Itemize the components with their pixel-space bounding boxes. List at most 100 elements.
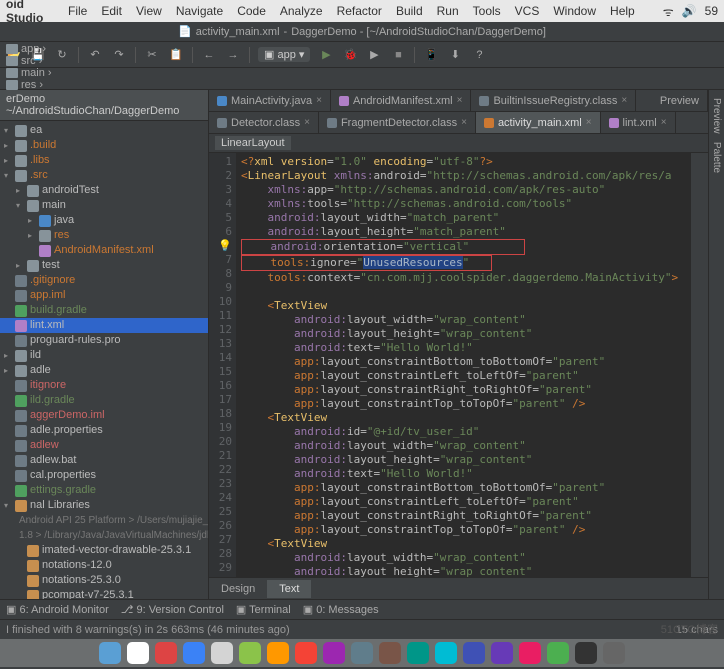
copy-icon[interactable]: 📋 xyxy=(168,47,184,63)
close-icon[interactable]: × xyxy=(586,117,592,128)
dock-app[interactable] xyxy=(99,642,121,664)
tree-node[interactable]: adlew.bat xyxy=(0,453,208,468)
menu-tools[interactable]: Tools xyxy=(473,4,501,18)
cut-icon[interactable]: ✂ xyxy=(144,47,160,63)
tree-node[interactable]: 1.8 > /Library/Java/JavaVirtualMachines/… xyxy=(0,528,208,543)
dock-app[interactable] xyxy=(519,642,541,664)
tree-node[interactable]: Android API 25 Platform > /Users/mujiaji… xyxy=(0,513,208,528)
tree-node[interactable]: notations-25.3.0 xyxy=(0,573,208,588)
tree-node[interactable]: cal.properties xyxy=(0,468,208,483)
dock-app[interactable] xyxy=(351,642,373,664)
editor-tab[interactable]: FragmentDetector.class× xyxy=(319,112,476,133)
tree-node[interactable]: adlew xyxy=(0,438,208,453)
tool-messages[interactable]: ▣ 0: Messages xyxy=(303,603,379,616)
dock-app[interactable] xyxy=(407,642,429,664)
tab-text[interactable]: Text xyxy=(267,580,311,598)
tree-node[interactable]: ▾main xyxy=(0,198,208,213)
menu-edit[interactable]: Edit xyxy=(101,4,122,18)
breadcrumb-item[interactable]: res › xyxy=(6,79,105,91)
tree-node[interactable]: aggerDemo.iml xyxy=(0,408,208,423)
breadcrumb-item[interactable]: main › xyxy=(6,67,105,79)
run-configuration[interactable]: ▣ app ▾ xyxy=(258,47,310,62)
tree-node[interactable]: ▸.libs xyxy=(0,153,208,168)
breadcrumb-chip[interactable]: LinearLayout xyxy=(215,136,291,150)
tree-node[interactable]: ▸test xyxy=(0,258,208,273)
close-icon[interactable]: × xyxy=(316,95,322,106)
tree-node[interactable]: ▾ea xyxy=(0,123,208,138)
close-icon[interactable]: × xyxy=(304,117,310,128)
wifi-icon[interactable]: ᯤ xyxy=(663,3,674,20)
dock-app[interactable] xyxy=(547,642,569,664)
tree-node[interactable]: ▾.src xyxy=(0,168,208,183)
back-icon[interactable]: ← xyxy=(201,47,217,63)
tree-node[interactable]: ▸adle xyxy=(0,363,208,378)
close-icon[interactable]: × xyxy=(457,95,463,106)
menu-navigate[interactable]: Navigate xyxy=(176,4,223,18)
menu-build[interactable]: Build xyxy=(396,4,423,18)
tree-node[interactable]: ▸ild xyxy=(0,348,208,363)
tree-node[interactable]: .gitignore xyxy=(0,273,208,288)
preview-tab[interactable]: Preview xyxy=(652,90,708,111)
code-gutter[interactable]: 1 2 3 4 5 6💡 7 8 9 10 11 12 13 14 15 16 … xyxy=(209,153,237,577)
tree-node[interactable]: adle.properties xyxy=(0,423,208,438)
dock-app[interactable] xyxy=(295,642,317,664)
breadcrumb-item[interactable]: src › xyxy=(6,55,105,67)
dock-app[interactable] xyxy=(239,642,261,664)
breadcrumb-item[interactable]: app › xyxy=(6,43,105,55)
tree-node[interactable]: notations-12.0 xyxy=(0,558,208,573)
menu-file[interactable]: File xyxy=(68,4,87,18)
redo-icon[interactable]: ↷ xyxy=(111,47,127,63)
dock-app[interactable] xyxy=(603,642,625,664)
tree-node[interactable]: pcompat-v7-25.3.1 xyxy=(0,588,208,599)
tab-design[interactable]: Design xyxy=(209,580,267,598)
tree-node[interactable]: itignore xyxy=(0,378,208,393)
dock-app[interactable] xyxy=(323,642,345,664)
project-tree[interactable]: ▾ea▸.build▸.libs▾.src▸androidTest▾main▸j… xyxy=(0,121,208,599)
menu-window[interactable]: Window xyxy=(553,4,596,18)
tool-terminal[interactable]: ▣ Terminal xyxy=(236,603,291,616)
dock-app[interactable] xyxy=(211,642,233,664)
menu-refactor[interactable]: Refactor xyxy=(337,4,382,18)
volume-icon[interactable]: 🔊 xyxy=(682,4,697,18)
menu-run[interactable]: Run xyxy=(437,4,459,18)
editor-tab[interactable]: activity_main.xml× xyxy=(476,112,601,133)
editor-tab[interactable]: MainActivity.java× xyxy=(209,90,331,111)
preview-toggle[interactable]: Preview Palette xyxy=(708,90,724,599)
menu-view[interactable]: View xyxy=(136,4,162,18)
dock-app[interactable] xyxy=(183,642,205,664)
close-icon[interactable]: × xyxy=(661,117,667,128)
attach-icon[interactable]: ▶ xyxy=(366,47,382,63)
dock-app[interactable] xyxy=(575,642,597,664)
tree-node[interactable]: ▾nal Libraries xyxy=(0,498,208,513)
scrollbar-markers[interactable] xyxy=(690,153,708,577)
tree-node[interactable]: ild.gradle xyxy=(0,393,208,408)
dock-app[interactable] xyxy=(267,642,289,664)
tree-node[interactable]: imated-vector-drawable-25.3.1 xyxy=(0,543,208,558)
tree-node[interactable]: ▸java xyxy=(0,213,208,228)
avd-icon[interactable]: 📱 xyxy=(423,47,439,63)
editor-tab[interactable]: AndroidManifest.xml× xyxy=(331,90,472,111)
dock-app[interactable] xyxy=(127,642,149,664)
dock-app[interactable] xyxy=(435,642,457,664)
tree-node[interactable]: lint.xml xyxy=(0,318,208,333)
forward-icon[interactable]: → xyxy=(225,47,241,63)
macos-dock[interactable] xyxy=(0,639,724,667)
dock-app[interactable] xyxy=(491,642,513,664)
tool-android-monitor[interactable]: ▣ 6: Android Monitor xyxy=(6,603,109,616)
menu-vcs[interactable]: VCS xyxy=(515,4,540,18)
tree-node[interactable]: ▸.build xyxy=(0,138,208,153)
run-icon[interactable]: ▶ xyxy=(318,47,334,63)
menu-code[interactable]: Code xyxy=(237,4,266,18)
editor-tab[interactable]: lint.xml× xyxy=(601,112,676,133)
tree-node[interactable]: ▸res xyxy=(0,228,208,243)
debug-icon[interactable]: 🐞 xyxy=(342,47,358,63)
menu-analyze[interactable]: Analyze xyxy=(280,4,323,18)
help-icon[interactable]: ? xyxy=(471,47,487,63)
close-icon[interactable]: × xyxy=(621,95,627,106)
editor-tab[interactable]: Detector.class× xyxy=(209,112,319,133)
tree-node[interactable]: ettings.gradle xyxy=(0,483,208,498)
tree-node[interactable]: ▸androidTest xyxy=(0,183,208,198)
tree-node[interactable]: app.iml xyxy=(0,288,208,303)
tree-node[interactable]: build.gradle xyxy=(0,303,208,318)
sdk-icon[interactable]: ⬇ xyxy=(447,47,463,63)
